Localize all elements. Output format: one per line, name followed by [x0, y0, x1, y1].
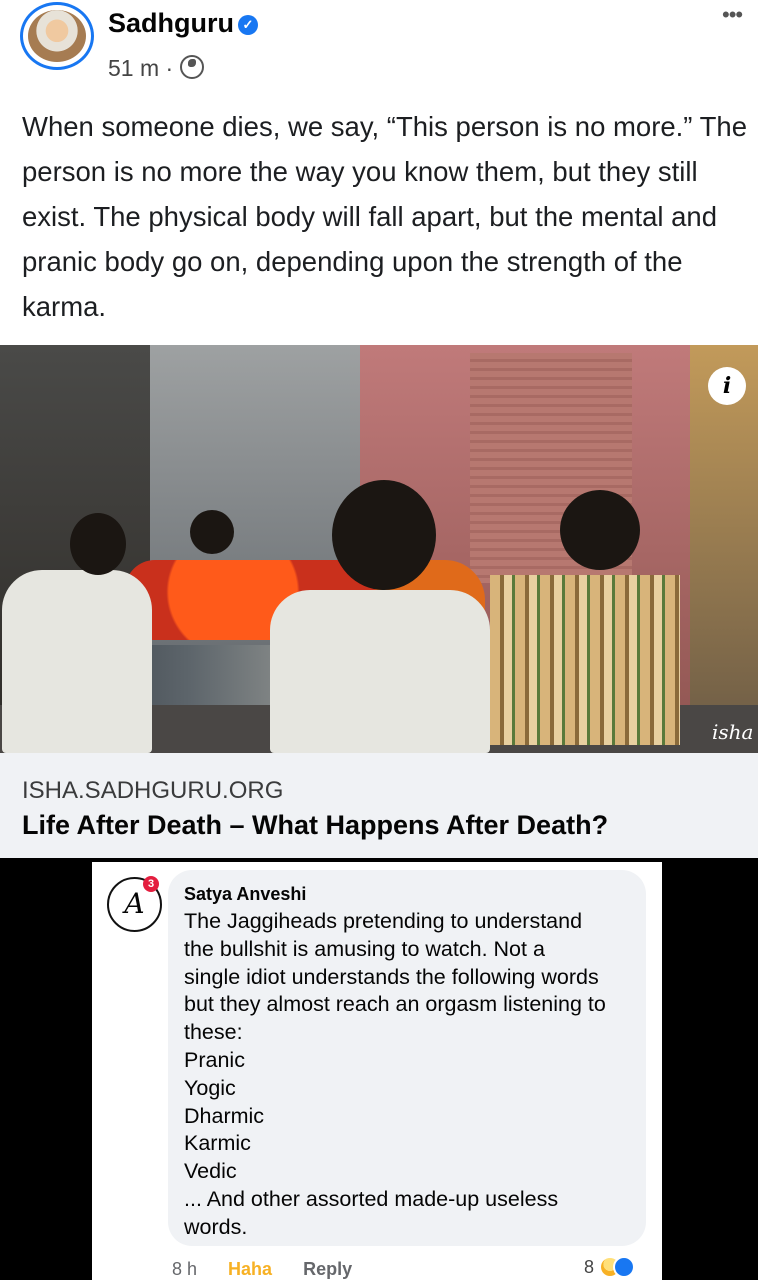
photo-person-head	[70, 513, 126, 575]
photo-person-head	[560, 490, 640, 570]
link-title[interactable]: Life After Death – What Happens After De…	[22, 810, 608, 841]
post-author-name[interactable]: Sadhguru	[108, 8, 234, 38]
author-avatar[interactable]	[20, 2, 94, 70]
react-button[interactable]: Haha	[228, 1259, 272, 1279]
comment-line: The Jaggiheads pretending to understand	[184, 909, 583, 933]
comment-line: words.	[184, 1214, 248, 1239]
globe-icon	[179, 55, 204, 79]
post-photo[interactable]: i isha	[0, 345, 758, 753]
post-card: Sadhguru ✓ 51 m · ••• When someone dies, …	[0, 0, 758, 858]
commenter-name[interactable]: Satya Anveshi	[184, 884, 306, 905]
comment-line: these:	[184, 1020, 243, 1045]
info-icon[interactable]: i	[708, 367, 746, 405]
meta-separator: ·	[165, 55, 174, 81]
link-preview[interactable]: ISHA.SADHGURU.ORG Life After Death – Wha…	[0, 753, 758, 858]
post-meta: 51 m ·	[108, 55, 204, 82]
comment-text: The Jaggiheads pretending to understand …	[184, 908, 636, 1242]
photo-person	[2, 570, 152, 753]
photo-building-far	[690, 345, 758, 753]
comment-actions: 8 h Haha Reply	[172, 1259, 378, 1280]
comment-line: Dharmic	[184, 1103, 265, 1128]
comment-line: single idiot understands the following w…	[184, 964, 599, 989]
verified-icon: ✓	[238, 15, 258, 35]
comment-line: ... And other assorted made-up useless	[184, 1186, 559, 1211]
comment-line: Vedic	[184, 1159, 237, 1184]
post-time[interactable]: 51 m	[108, 55, 159, 81]
comment-line: Karmic	[184, 1131, 251, 1156]
comment-line: Pranic	[184, 1047, 245, 1072]
reply-button[interactable]: Reply	[303, 1259, 352, 1279]
reaction-summary[interactable]: 8	[584, 1256, 636, 1278]
link-domain: ISHA.SADHGURU.ORG	[22, 777, 284, 804]
photo-drape	[490, 575, 680, 745]
commenter-avatar-initials: A	[124, 887, 145, 920]
comment: A 3 Satya Anveshi The Jaggiheads pretend…	[92, 862, 662, 1280]
comment-bubble: Satya Anveshi The Jaggiheads pretending …	[168, 870, 646, 1246]
like-reaction-icon	[613, 1256, 636, 1278]
reaction-count: 8	[584, 1257, 595, 1277]
photo-watermark: isha	[712, 720, 754, 744]
photo-person-head	[190, 510, 234, 554]
photo-person	[270, 590, 490, 753]
notification-badge: 3	[143, 876, 159, 892]
more-icon[interactable]: •••	[722, 2, 743, 28]
photo-person-head	[332, 480, 436, 590]
post-text: When someone dies, we say, “This person …	[22, 111, 747, 322]
comment-line: the bullshit is amusing to watch. Not a	[184, 936, 545, 961]
comment-line: Yogic	[184, 1075, 236, 1100]
comment-line: but they almost reach an orgasm listenin…	[184, 992, 606, 1017]
comment-time[interactable]: 8 h	[172, 1259, 197, 1279]
post-author[interactable]: Sadhguru ✓	[108, 8, 258, 39]
